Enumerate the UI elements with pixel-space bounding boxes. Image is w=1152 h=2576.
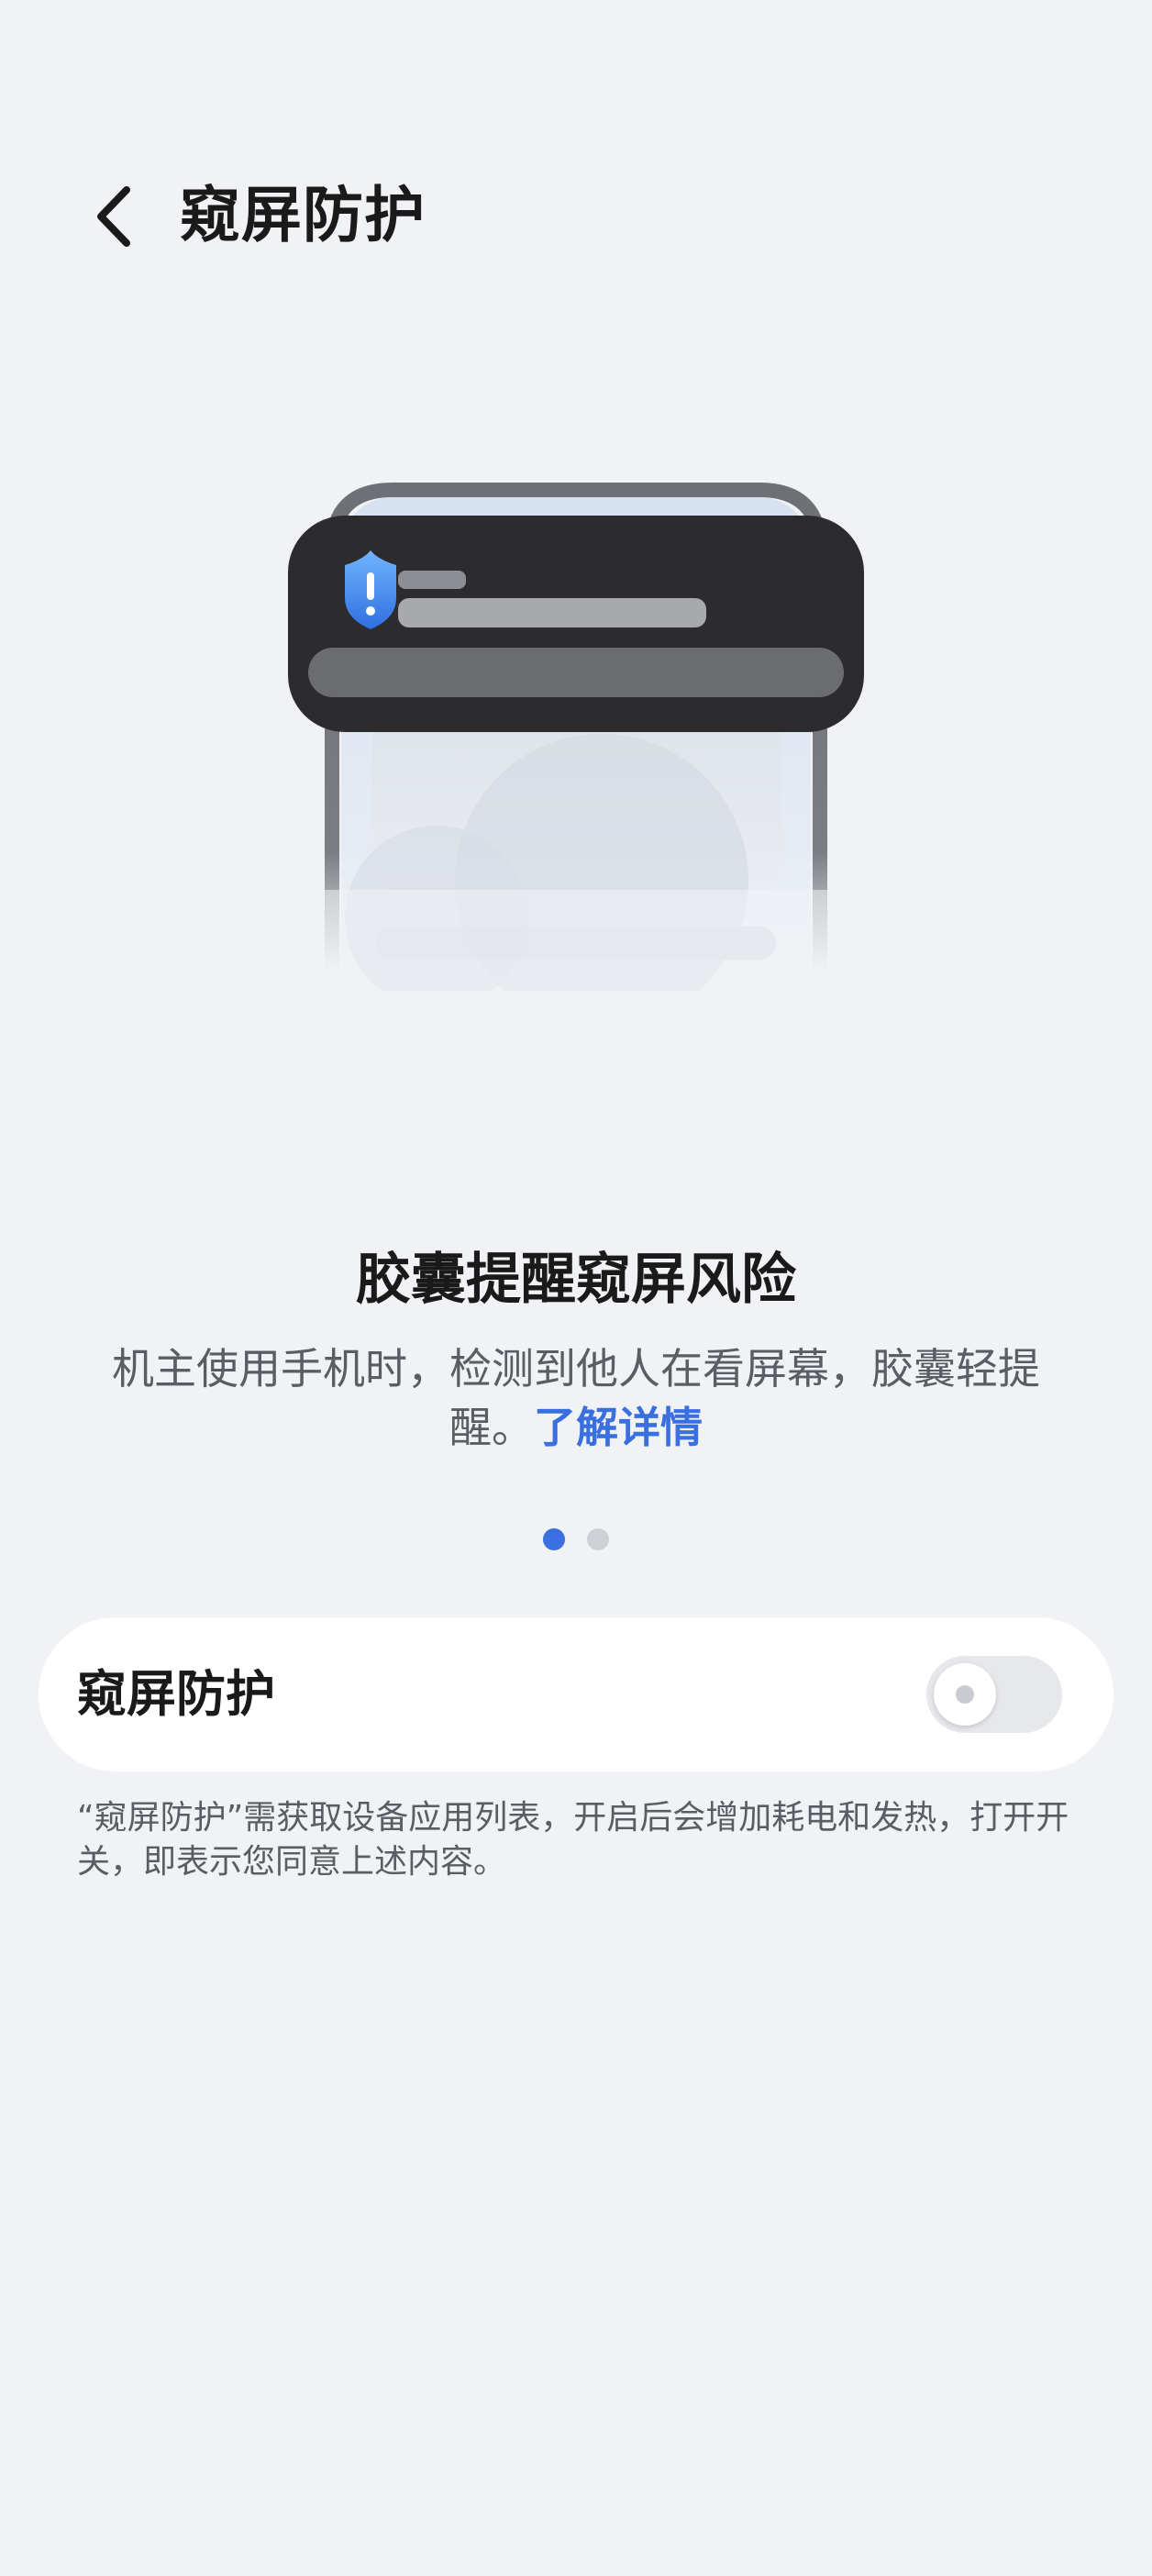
setting-label: 窥屏防护 xyxy=(77,1665,275,1723)
chevron-left-icon xyxy=(97,186,130,247)
page-dot[interactable] xyxy=(587,1528,609,1550)
learn-more-link[interactable]: 了解详情 xyxy=(534,1403,703,1452)
setting-card: 窥屏防护 xyxy=(39,1617,1113,1771)
header: 窥屏防护 xyxy=(0,165,1152,266)
toggle-knob xyxy=(934,1663,996,1726)
page-title: 窥屏防护 xyxy=(180,180,426,250)
back-button[interactable] xyxy=(75,178,152,255)
page-dot-active[interactable] xyxy=(543,1528,565,1550)
privacy-toggle[interactable] xyxy=(926,1656,1062,1733)
feature-title: 胶囊提醒窥屏风险 xyxy=(356,1248,796,1312)
page-indicator xyxy=(0,1528,1152,1550)
consent-note: “窥屏防护”需获取设备应用列表，开启后会增加耗电和发热，打开开关，即表示您同意上… xyxy=(77,1799,1069,1881)
illustration xyxy=(275,477,877,1027)
feature-description: 机主使用手机时，检测到他人在看屏幕，胶囊轻提醒。了解详情 xyxy=(73,1339,1079,1457)
